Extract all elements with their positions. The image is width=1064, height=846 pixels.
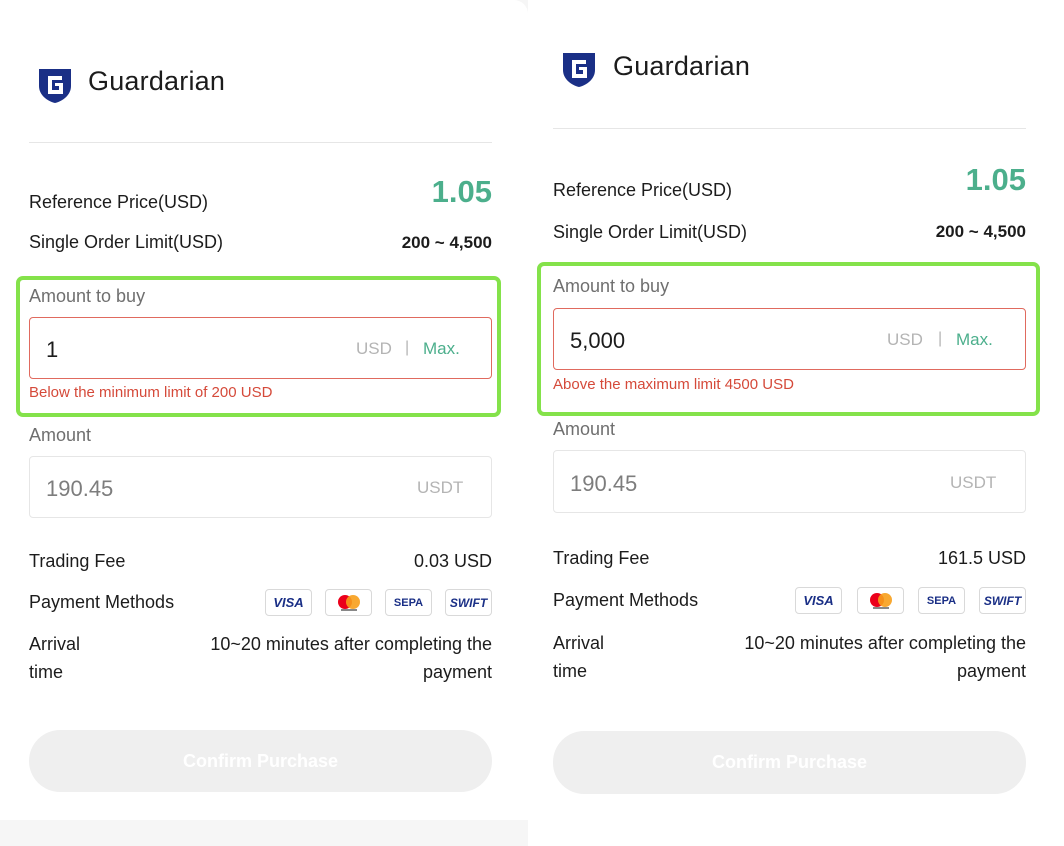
amount-error-message: Below the minimum limit of 200 USD — [29, 384, 273, 401]
trading-fee-label: Trading Fee — [29, 551, 126, 571]
arrival-value-line1: 10~20 minutes after completing the — [744, 633, 1026, 653]
amount-label: Amount — [553, 419, 616, 439]
arrival-time-value: 10~20 minutes after completing the payme… — [152, 630, 492, 686]
unit-separator: | — [938, 330, 943, 347]
amount-unit: USDT — [950, 473, 997, 492]
sepa-icon: SEPA — [918, 587, 965, 614]
brand-name: Guardarian — [613, 51, 751, 81]
swift-icon: SWIFT — [979, 587, 1026, 614]
arrival-value-line1: 10~20 minutes after completing the — [210, 634, 492, 654]
arrival-value-line2: payment — [956, 661, 1026, 681]
payment-methods-label: Payment Methods — [29, 592, 175, 612]
header-divider — [29, 142, 492, 143]
mastercard-icon — [325, 589, 372, 616]
guardarian-logo-icon — [39, 69, 71, 103]
mastercard-circles-icon — [337, 594, 360, 611]
order-limit-label: Single Order Limit(USD) — [553, 222, 748, 242]
sepa-text: SEPA — [393, 596, 424, 609]
amount-to-buy-value[interactable]: 5,000 — [570, 328, 625, 354]
arrival-value-line2: payment — [422, 662, 492, 682]
trading-fee-value: 161.5 USD — [937, 548, 1026, 568]
mastercard-icon — [857, 587, 904, 614]
reference-price-value: 1.05 — [965, 162, 1026, 197]
amount-to-buy-value[interactable]: 1 — [46, 337, 58, 363]
amount-to-buy-input[interactable]: 5,000 USD | Max. — [553, 308, 1026, 370]
amount-field: 190.45 USDT — [553, 450, 1026, 513]
currency-unit: USD — [356, 339, 392, 358]
header-divider — [553, 128, 1026, 129]
payment-methods-label: Payment Methods — [553, 590, 699, 610]
arrival-label-line1: Arrival — [553, 633, 605, 653]
unit-separator: | — [405, 339, 410, 356]
arrival-label-line1: Arrival — [29, 634, 81, 654]
amount-to-buy-label: Amount to buy — [29, 286, 146, 306]
reference-price-value: 1.05 — [431, 174, 492, 209]
guardarian-logo-icon — [563, 53, 595, 87]
reference-price-label: Reference Price(USD) — [553, 180, 733, 200]
trading-fee-value: 0.03 USD — [413, 551, 492, 571]
arrival-label-line2: time — [29, 662, 64, 682]
max-button[interactable]: Max. — [956, 330, 993, 350]
amount-error-message: Above the maximum limit 4500 USD — [553, 376, 794, 393]
swift-icon: SWIFT — [445, 589, 492, 616]
visa-icon: VISA — [265, 589, 312, 616]
arrival-time-label: Arrival time — [553, 629, 604, 685]
amount-to-buy-input[interactable]: 1 USD | Max. — [29, 317, 492, 379]
order-limit-label: Single Order Limit(USD) — [29, 232, 224, 252]
confirm-purchase-button[interactable]: Confirm Purchase — [553, 731, 1026, 794]
trading-fee-label: Trading Fee — [553, 548, 650, 568]
amount-value: 190.45 — [570, 471, 638, 496]
arrival-label-line2: time — [553, 661, 588, 681]
visa-icon: VISA — [795, 587, 842, 614]
swift-text: SWIFT — [983, 593, 1022, 608]
visa-text: VISA — [803, 593, 834, 608]
amount-value: 190.45 — [46, 476, 114, 501]
mastercard-circles-icon — [869, 592, 892, 609]
visa-text: VISA — [273, 595, 304, 610]
amount-to-buy-label: Amount to buy — [553, 276, 670, 296]
confirm-purchase-button[interactable]: Confirm Purchase — [29, 730, 492, 792]
brand-name: Guardarian — [88, 66, 226, 96]
amount-unit: USDT — [417, 478, 464, 497]
arrival-time-value: 10~20 minutes after completing the payme… — [686, 629, 1026, 685]
amount-field: 190.45 USDT — [29, 456, 492, 518]
swift-text: SWIFT — [449, 595, 488, 610]
max-button[interactable]: Max. — [423, 339, 460, 359]
sepa-text: SEPA — [926, 594, 957, 607]
order-limit-value: 200 ~ 4,500 — [401, 233, 492, 252]
sepa-icon: SEPA — [385, 589, 432, 616]
order-limit-value: 200 ~ 4,500 — [935, 222, 1026, 241]
purchase-panel-right: Guardarian Reference Price(USD) 1.05 Sin… — [528, 0, 1064, 846]
amount-label: Amount — [29, 425, 92, 445]
purchase-panel-left: Guardarian Reference Price(USD) 1.05 Sin… — [0, 0, 528, 820]
arrival-time-label: Arrival time — [29, 630, 80, 686]
currency-unit: USD — [887, 330, 923, 349]
reference-price-label: Reference Price(USD) — [29, 192, 209, 212]
